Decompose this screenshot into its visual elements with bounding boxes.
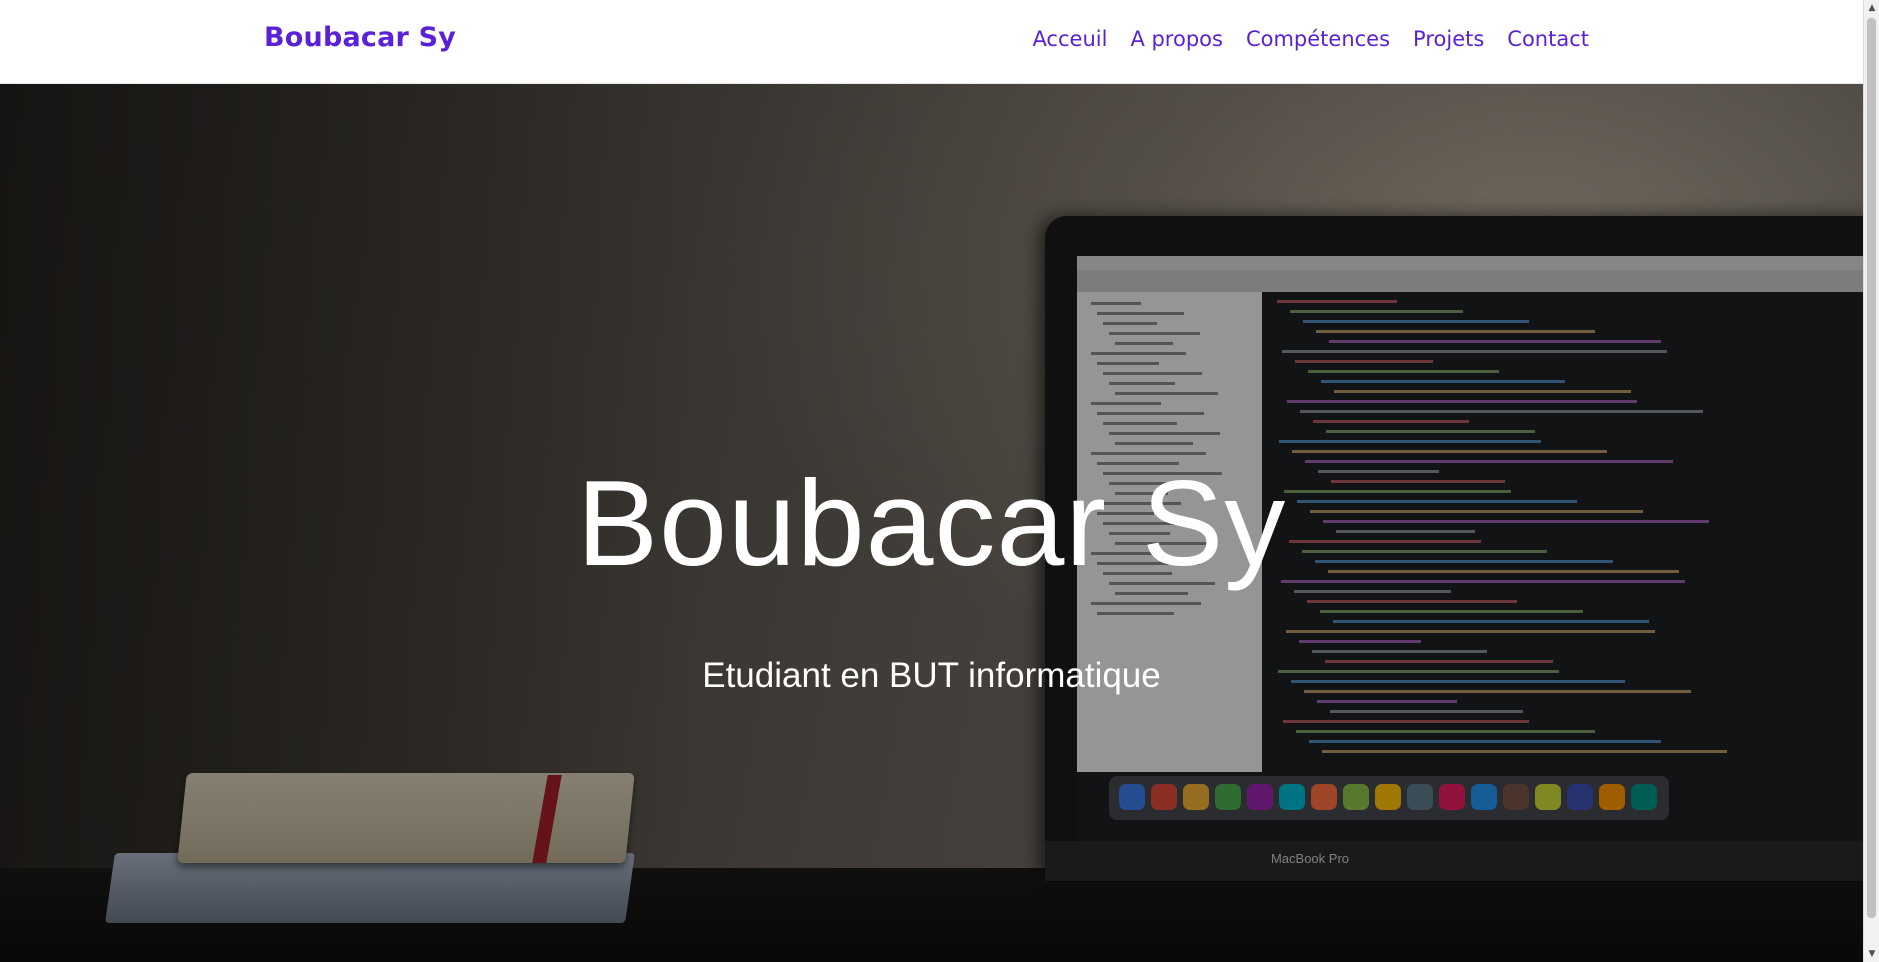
scrollbar-thumb[interactable] (1867, 18, 1876, 918)
hero-section: MacBook Pro Boubacar Sy Etudiant en BUT … (0, 83, 1863, 962)
hero-title: Boubacar Sy (576, 455, 1287, 591)
nav-link-projets[interactable]: Projets (1413, 27, 1484, 51)
top-navbar: Boubacar Sy Acceuil A propos Compétences… (0, 0, 1863, 84)
triangle-down-icon[interactable]: ▼ (1864, 946, 1879, 962)
nav-link-contact[interactable]: Contact (1507, 27, 1589, 51)
nav-link-acceuil[interactable]: Acceuil (1032, 27, 1107, 51)
page-scrollbar[interactable]: ▲ ▼ (1863, 0, 1879, 962)
nav-link-a-propos[interactable]: A propos (1130, 27, 1223, 51)
browser-viewport: Boubacar Sy Acceuil A propos Compétences… (0, 0, 1879, 962)
hero-subtitle: Etudiant en BUT informatique (702, 656, 1161, 695)
triangle-up-icon[interactable]: ▲ (1864, 0, 1879, 16)
nav-links: Acceuil A propos Compétences Projets Con… (1032, 27, 1589, 51)
nav-link-competences[interactable]: Compétences (1246, 27, 1390, 51)
brand-logo-link[interactable]: Boubacar Sy (264, 22, 456, 53)
